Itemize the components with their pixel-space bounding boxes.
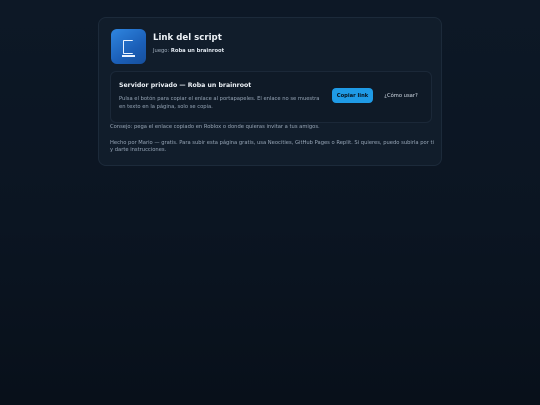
page-title: Link del script (153, 33, 222, 43)
game-label: Juego: (153, 48, 170, 54)
document-glyph-icon (122, 40, 136, 57)
server-description: Pulsa el botón para copiar el enlace al … (119, 96, 320, 110)
how-to-use-button[interactable]: ¿Cómo usar? (380, 88, 422, 103)
server-panel: Servidor privado — Roba un brainroot Pul… (110, 71, 432, 123)
tip-text: Consejo: pega el enlace copiado en Roblo… (110, 124, 320, 130)
game-name: Roba un brainroot (170, 48, 225, 54)
script-logo-icon (111, 29, 146, 64)
copy-link-button[interactable]: Copiar link (332, 88, 373, 103)
server-title: Servidor privado — Roba un brainroot (119, 82, 252, 89)
script-link-card: Link del script Juego: Roba un brainroot… (98, 17, 442, 166)
footer-text: Hecho por Mario — gratis. Para subir est… (110, 140, 434, 154)
game-info: Juego: Roba un brainroot (153, 48, 224, 54)
